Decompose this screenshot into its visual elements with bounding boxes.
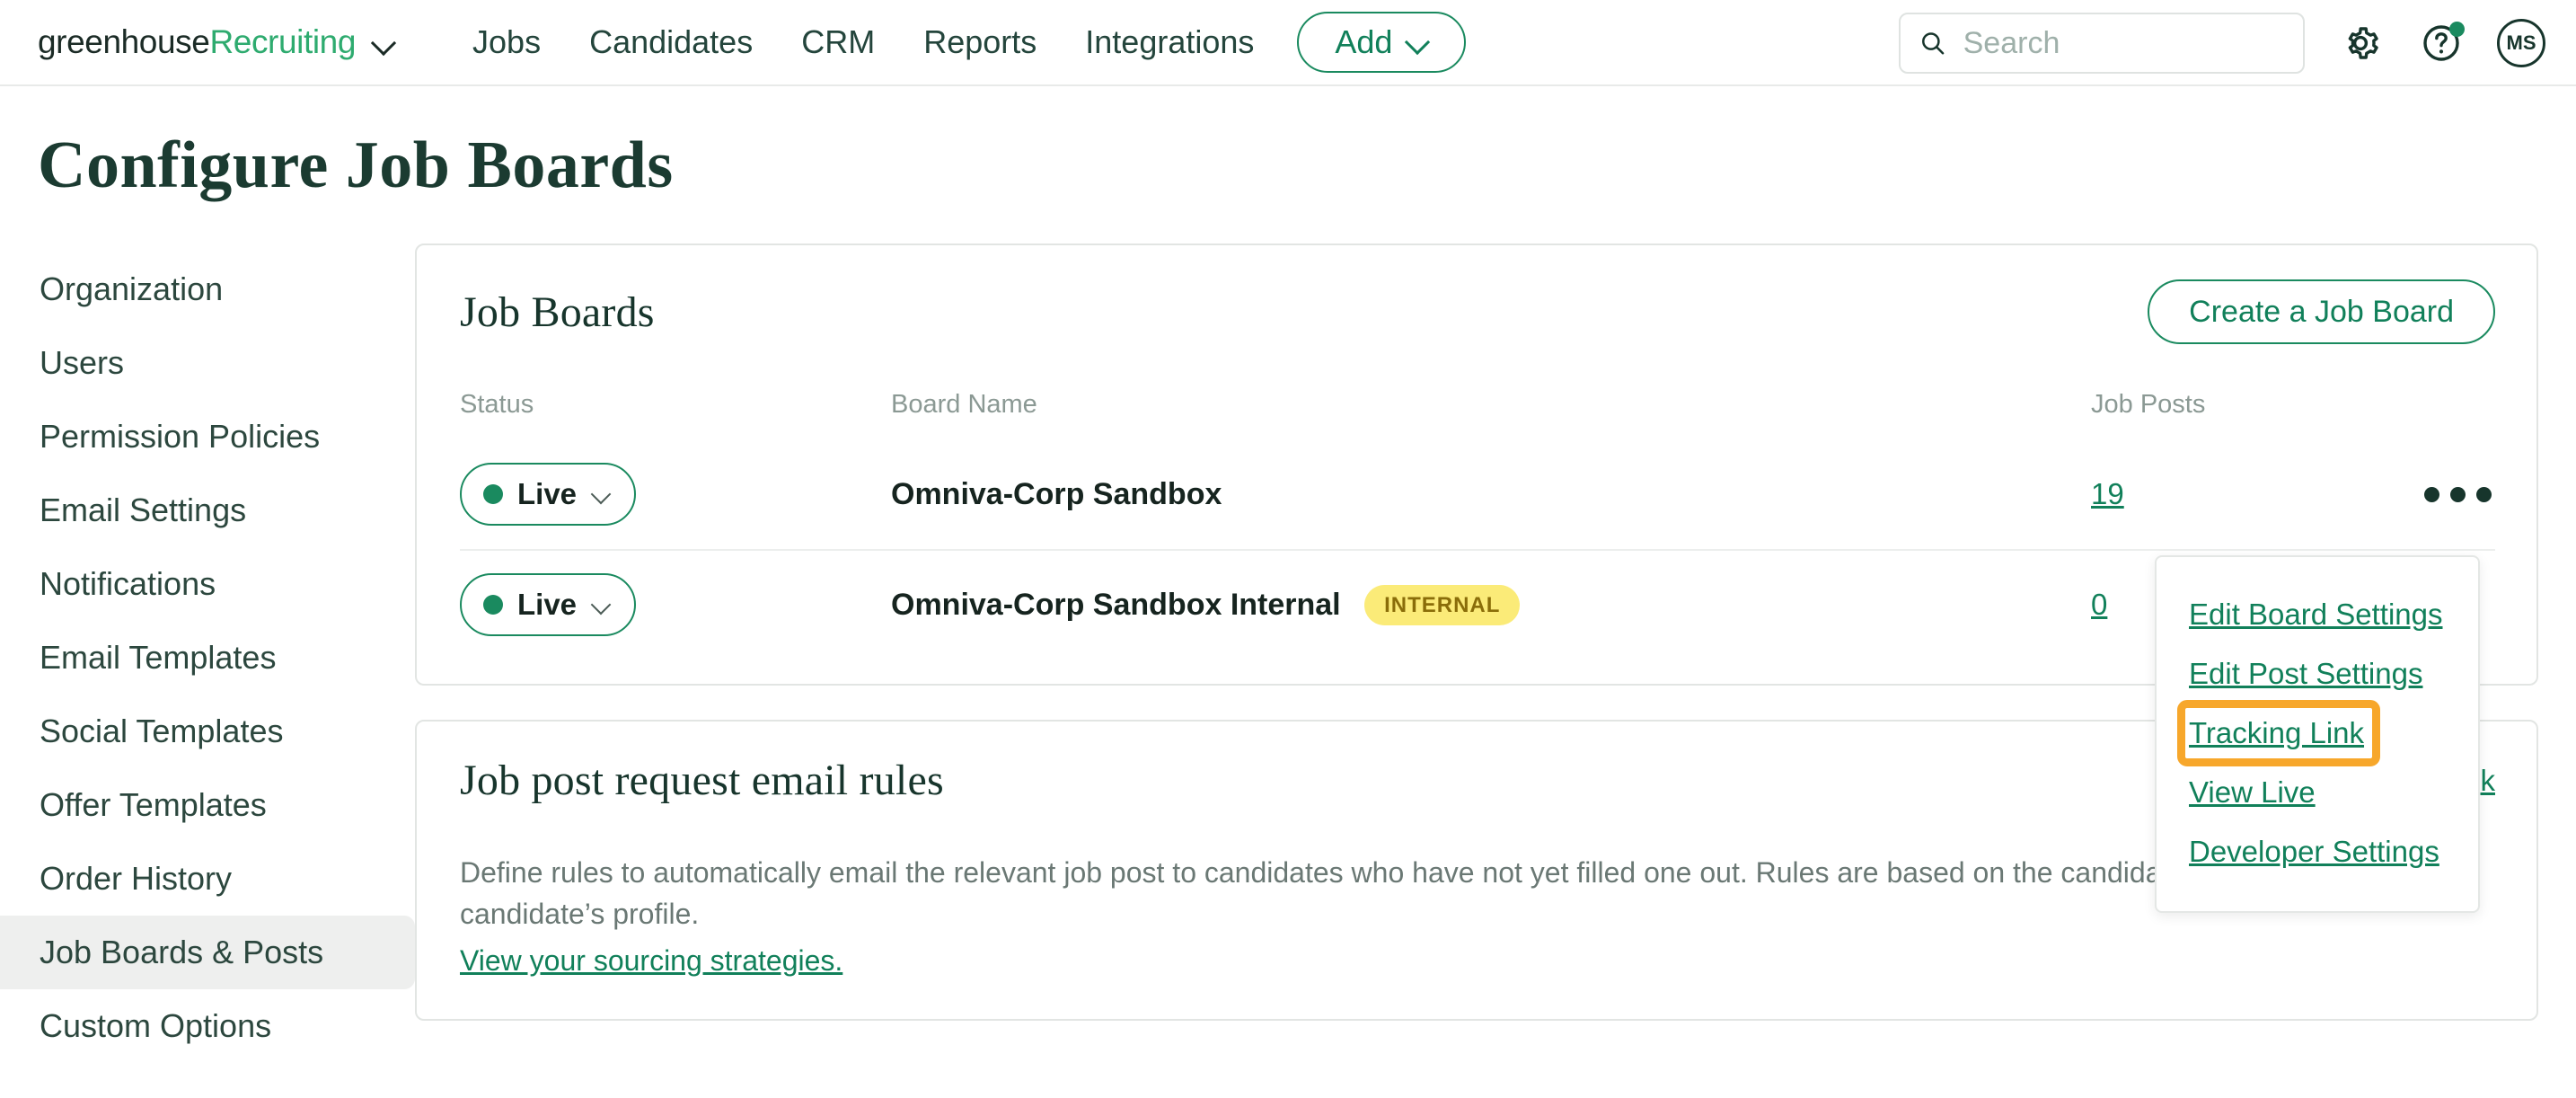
sidebar-item-social-templates[interactable]: Social Templates	[0, 695, 415, 768]
status-dropdown[interactable]: Live	[460, 463, 636, 526]
nav-link-reports[interactable]: Reports	[923, 23, 1037, 61]
rules-header-link[interactable]: k	[2481, 764, 2496, 798]
primary-nav-links: Jobs Candidates CRM Reports Integrations	[472, 23, 1254, 61]
search-box[interactable]	[1899, 13, 2305, 74]
row-actions-cell	[2378, 474, 2495, 515]
row-board-name-cell: Omniva-Corp Sandbox	[891, 477, 2091, 512]
table-header-row: Status Board Name Job Posts	[460, 369, 2495, 439]
create-job-board-button[interactable]: Create a Job Board	[2148, 279, 2495, 344]
search-icon	[1919, 27, 1947, 59]
status-badge: INTERNAL	[1364, 585, 1520, 625]
job-posts-count-link[interactable]: 0	[2091, 588, 2107, 621]
sidebar-item-label: Organization	[40, 270, 223, 308]
menu-item-tracking-link[interactable]: Tracking Link	[2183, 706, 2374, 760]
create-job-board-label: Create a Job Board	[2189, 295, 2454, 330]
sidebar-item-label: Email Settings	[40, 491, 246, 529]
menu-item-edit-board-settings[interactable]: Edit Board Settings	[2157, 588, 2478, 642]
job-posts-count-link[interactable]: 19	[2091, 477, 2124, 510]
menu-item-label: View Live	[2189, 775, 2316, 810]
gear-icon	[2339, 22, 2382, 65]
table-row: Live Omniva-Corp Sandbox 19	[460, 439, 2495, 549]
sidebar-item-offer-templates[interactable]: Offer Templates	[0, 768, 415, 842]
menu-item-label: Developer Settings	[2189, 835, 2439, 869]
sidebar-item-label: Order History	[40, 860, 232, 898]
top-navigation-bar: greenhouseRecruiting Jobs Candidates CRM…	[0, 0, 2576, 86]
menu-item-label: Tracking Link	[2189, 716, 2364, 750]
job-boards-card-header: Job Boards Create a Job Board	[417, 245, 2536, 344]
sidebar-item-job-boards-and-posts[interactable]: Job Boards & Posts	[0, 916, 415, 989]
sidebar-item-label: Social Templates	[40, 713, 283, 750]
brand-primary-label: greenhouse	[38, 23, 209, 60]
help-button[interactable]	[2416, 18, 2466, 68]
search-input[interactable]	[1963, 26, 2285, 61]
column-header-status: Status	[460, 390, 891, 420]
sidebar-item-label: Notifications	[40, 565, 216, 603]
sidebar-item-email-settings[interactable]: Email Settings	[0, 474, 415, 547]
sidebar-item-custom-options[interactable]: Custom Options	[0, 989, 415, 1063]
row-job-posts-cell: 19	[2091, 477, 2378, 511]
column-header-job-posts: Job Posts	[2091, 390, 2378, 420]
settings-sidebar: Organization Users Permission Policies E…	[0, 244, 415, 1063]
sidebar-item-label: Permission Policies	[40, 418, 320, 456]
board-actions-dropdown-menu: Edit Board Settings Edit Post Settings T…	[2155, 555, 2480, 913]
add-button[interactable]: Add	[1297, 12, 1466, 73]
brand-secondary-label: Recruiting	[209, 23, 356, 60]
notification-dot	[2449, 22, 2465, 37]
avatar[interactable]: MS	[2497, 19, 2545, 67]
sidebar-item-users[interactable]: Users	[0, 326, 415, 400]
page-title: Configure Job Boards	[38, 128, 2576, 204]
status-label: Live	[517, 588, 577, 622]
sidebar-item-organization[interactable]: Organization	[0, 252, 415, 326]
row-board-name-cell: Omniva-Corp Sandbox Internal INTERNAL	[891, 585, 2091, 625]
menu-item-view-live[interactable]: View Live	[2157, 766, 2478, 819]
job-boards-title: Job Boards	[460, 288, 655, 337]
column-header-board-name: Board Name	[891, 390, 2091, 420]
status-dot-icon	[483, 595, 503, 615]
menu-item-label: Edit Board Settings	[2189, 598, 2443, 632]
chevron-down-icon[interactable]	[372, 31, 395, 54]
sidebar-item-label: Email Templates	[40, 639, 276, 677]
rules-title: Job post request email rules	[460, 756, 944, 805]
avatar-initials: MS	[2507, 31, 2536, 55]
sidebar-item-notifications[interactable]: Notifications	[0, 547, 415, 621]
board-name: Omniva-Corp Sandbox	[891, 477, 1222, 512]
chevron-down-icon	[591, 484, 611, 504]
status-label: Live	[517, 477, 577, 511]
menu-item-edit-post-settings[interactable]: Edit Post Settings	[2157, 647, 2478, 701]
chevron-down-icon	[591, 595, 611, 615]
sidebar-item-label: Job Boards & Posts	[40, 934, 323, 971]
nav-link-crm[interactable]: CRM	[801, 23, 875, 61]
sidebar-item-label: Offer Templates	[40, 786, 267, 824]
menu-item-label: Edit Post Settings	[2189, 657, 2422, 691]
nav-right-group: MS	[1899, 0, 2545, 86]
more-options-icon[interactable]	[2421, 474, 2495, 515]
board-name: Omniva-Corp Sandbox Internal	[891, 588, 1341, 623]
sidebar-item-order-history[interactable]: Order History	[0, 842, 415, 916]
chevron-down-icon	[1407, 31, 1428, 53]
view-sourcing-strategies-link[interactable]: View your sourcing strategies.	[460, 944, 842, 978]
sidebar-item-email-templates[interactable]: Email Templates	[0, 621, 415, 695]
menu-item-developer-settings[interactable]: Developer Settings	[2157, 825, 2478, 879]
brand-logo[interactable]: greenhouseRecruiting	[38, 23, 395, 61]
nav-link-integrations[interactable]: Integrations	[1085, 23, 1254, 61]
status-dot-icon	[483, 484, 503, 504]
sidebar-item-label: Users	[40, 344, 124, 382]
row-status-cell: Live	[460, 463, 891, 526]
row-status-cell: Live	[460, 573, 891, 636]
add-button-label: Add	[1335, 23, 1392, 61]
nav-link-candidates[interactable]: Candidates	[589, 23, 753, 61]
sidebar-item-label: Custom Options	[40, 1007, 271, 1045]
brand-text: greenhouseRecruiting	[38, 23, 356, 61]
sidebar-item-permission-policies[interactable]: Permission Policies	[0, 400, 415, 474]
status-dropdown[interactable]: Live	[460, 573, 636, 636]
settings-button[interactable]	[2335, 18, 2386, 68]
nav-link-jobs[interactable]: Jobs	[472, 23, 541, 61]
